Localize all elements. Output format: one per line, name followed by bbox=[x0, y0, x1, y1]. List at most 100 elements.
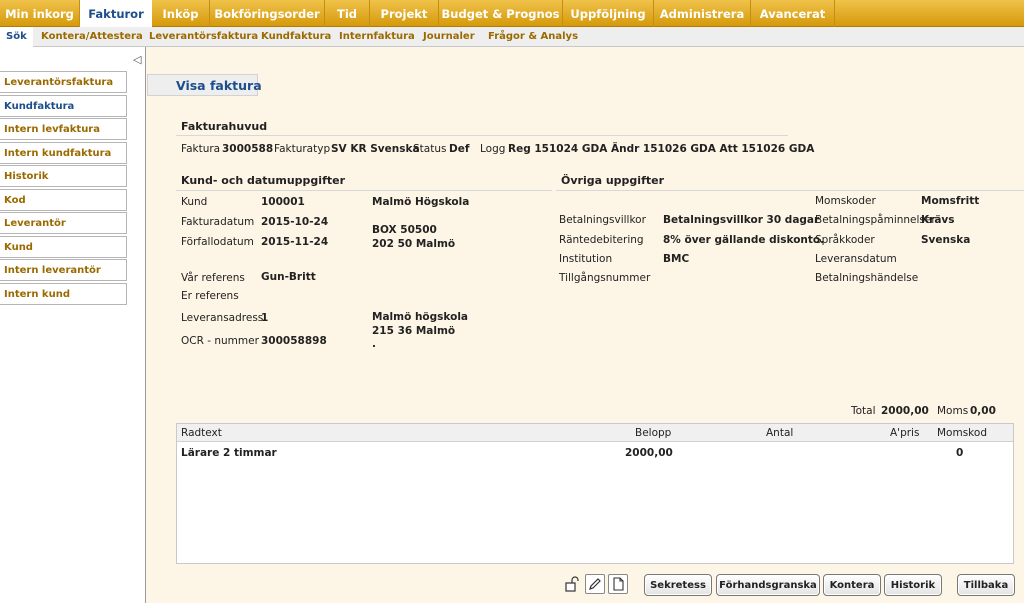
er-referens-label: Er referens bbox=[181, 290, 239, 302]
sidebar-item-intern-levfaktura[interactable]: Intern levfaktura bbox=[0, 118, 127, 140]
total-value: 2000,00 bbox=[881, 405, 929, 417]
tillgangsnummer-label: Tillgångsnummer bbox=[559, 272, 651, 284]
subnav-kundfaktura[interactable]: Kundfaktura bbox=[261, 27, 331, 47]
row-belopp: 2000,00 bbox=[625, 447, 673, 459]
forfallodatum-label: Förfallodatum bbox=[181, 236, 254, 248]
collapse-sidebar-icon[interactable]: ◁ bbox=[133, 53, 141, 66]
sidebar-item-intern-kund[interactable]: Intern kund bbox=[0, 282, 127, 305]
leverans-extra: . bbox=[372, 338, 376, 350]
kund-name: Malmö Högskola bbox=[372, 196, 470, 208]
sidebar-item-kod[interactable]: Kod bbox=[0, 188, 127, 211]
fakturadatum-label: Fakturadatum bbox=[181, 216, 255, 228]
faktura-value: 3000588 bbox=[222, 143, 274, 155]
kund-label: Kund bbox=[181, 196, 208, 208]
sidebar: ◁ Leverantörsfaktura Kundfaktura Intern … bbox=[0, 47, 146, 603]
sidebar-item-leverantor[interactable]: Leverantör bbox=[0, 212, 127, 234]
sub-navigation: Sök Kontera/Attestera Leverantörsfaktura… bbox=[0, 27, 1024, 47]
historik-button[interactable]: Historik bbox=[884, 574, 942, 596]
forhandsgranska-button[interactable]: Förhandsgranska bbox=[716, 574, 820, 596]
status-value: Def bbox=[449, 143, 470, 155]
row-momskod: 0 bbox=[956, 447, 964, 459]
fakturatyp-value: SV KR Svenska bbox=[331, 143, 420, 155]
total-label: Total bbox=[851, 405, 876, 417]
fakturahuvud-heading: Fakturahuvud bbox=[181, 120, 268, 133]
subnav-journaler[interactable]: Journaler bbox=[423, 27, 475, 47]
sidebar-item-kund[interactable]: Kund bbox=[0, 235, 127, 258]
ovriga-heading: Övriga uppgifter bbox=[561, 174, 664, 187]
nav-bokforingsorder[interactable]: Bokföringsorder bbox=[210, 0, 325, 27]
rantedebitering-value: 8% över gällande diskonto. bbox=[663, 234, 825, 246]
betalningsvillkor-value: Betalningsvillkor 30 dagar bbox=[663, 214, 820, 226]
subnav-kontera-attestera[interactable]: Kontera/Attestera bbox=[41, 27, 143, 47]
nav-min-inkorg[interactable]: Min inkorg bbox=[0, 0, 80, 27]
ocr-label: OCR - nummer bbox=[181, 335, 259, 347]
table-row[interactable]: Lärare 2 timmar 2000,00 0 bbox=[177, 442, 1013, 462]
var-referens-value: Gun-Britt bbox=[261, 271, 316, 283]
sidebar-item-leverantorsfaktura[interactable]: Leverantörsfaktura bbox=[0, 71, 127, 93]
tillbaka-button[interactable]: Tillbaka bbox=[957, 574, 1015, 596]
leverans-name: Malmö högskola bbox=[372, 311, 468, 323]
column-header-radtext[interactable]: Radtext bbox=[181, 427, 222, 439]
divider bbox=[556, 190, 1024, 191]
column-header-antal[interactable]: Antal bbox=[766, 427, 793, 439]
leveransadress-value: 1 bbox=[261, 312, 269, 324]
moms-label: Moms bbox=[937, 405, 969, 417]
ocr-value: 300058898 bbox=[261, 335, 327, 347]
table-header: Radtext Belopp Antal A'pris Momskod bbox=[177, 424, 1013, 442]
fakturatyp-label: Fakturatyp bbox=[274, 143, 331, 155]
unlock-icon[interactable] bbox=[565, 576, 579, 592]
betalningspaminnelser-value: Krävs bbox=[921, 214, 955, 226]
institution-value: BMC bbox=[663, 253, 690, 265]
nav-inkop[interactable]: Inköp bbox=[152, 0, 210, 27]
sidebar-item-historik[interactable]: Historik bbox=[0, 165, 127, 187]
column-header-momskod[interactable]: Momskod bbox=[937, 427, 987, 439]
leverans-city: 215 36 Malmö bbox=[372, 325, 456, 337]
subnav-internfaktura[interactable]: Internfaktura bbox=[339, 27, 415, 47]
kund-address-line2: 202 50 Malmö bbox=[372, 238, 456, 250]
sidebar-item-intern-leverantor[interactable]: Intern leverantör bbox=[0, 259, 127, 281]
row-radtext: Lärare 2 timmar bbox=[181, 447, 277, 459]
sprakkoder-value: Svenska bbox=[921, 234, 971, 246]
moms-value: 0,00 bbox=[970, 405, 996, 417]
nav-budget-prognos[interactable]: Budget & Prognos bbox=[439, 0, 563, 27]
faktura-label: Faktura bbox=[181, 143, 221, 155]
sidebar-item-kundfaktura[interactable]: Kundfaktura bbox=[0, 94, 127, 117]
nav-projekt[interactable]: Projekt bbox=[370, 0, 439, 27]
kund-heading: Kund- och datumuppgifter bbox=[181, 174, 346, 187]
logg-value: Reg 151024 GDA Ändr 151026 GDA Att 15102… bbox=[508, 143, 815, 155]
kontera-button[interactable]: Kontera bbox=[823, 574, 881, 596]
sprakkoder-label: Språkkoder bbox=[815, 234, 875, 246]
divider bbox=[176, 190, 552, 191]
sekretess-button[interactable]: Sekretess bbox=[644, 574, 712, 596]
betalningsvillkor-label: Betalningsvillkor bbox=[559, 214, 646, 226]
rantedebitering-label: Räntedebitering bbox=[559, 234, 644, 246]
logg-label: Logg bbox=[480, 143, 506, 155]
fakturadatum-value: 2015-10-24 bbox=[261, 216, 329, 228]
top-navigation: Min inkorg Fakturor Inköp Bokföringsorde… bbox=[0, 0, 1024, 27]
column-header-apris[interactable]: A'pris bbox=[890, 427, 919, 439]
nav-administrera[interactable]: Administrera bbox=[654, 0, 751, 27]
nav-avancerat[interactable]: Avancerat bbox=[751, 0, 835, 27]
leveransdatum-label: Leveransdatum bbox=[815, 253, 897, 265]
subnav-fragor-analys[interactable]: Frågor & Analys bbox=[488, 27, 578, 47]
institution-label: Institution bbox=[559, 253, 613, 265]
subnav-sok[interactable]: Sök bbox=[0, 27, 33, 47]
column-header-belopp[interactable]: Belopp bbox=[635, 427, 671, 439]
main-content: Visa faktura Fakturahuvud Faktura 300058… bbox=[147, 47, 1024, 603]
pencil-icon[interactable] bbox=[585, 574, 605, 594]
nav-uppfoljning[interactable]: Uppföljning bbox=[563, 0, 654, 27]
page-title: Visa faktura bbox=[147, 74, 262, 96]
leveransadress-label: Leveransadress bbox=[181, 312, 264, 324]
betalningshandelse-label: Betalningshändelse bbox=[815, 272, 919, 284]
kund-address-line1: BOX 50500 bbox=[372, 224, 437, 236]
document-icon[interactable] bbox=[608, 574, 628, 594]
momskoder-label: Momskoder bbox=[815, 195, 876, 207]
nav-tid[interactable]: Tid bbox=[325, 0, 370, 27]
invoice-rows-table: Radtext Belopp Antal A'pris Momskod Lära… bbox=[176, 423, 1014, 564]
status-label: Status bbox=[413, 143, 447, 155]
sidebar-item-intern-kundfaktura[interactable]: Intern kundfaktura bbox=[0, 141, 127, 164]
divider bbox=[176, 135, 788, 136]
kund-value: 100001 bbox=[261, 196, 305, 208]
nav-fakturor[interactable]: Fakturor bbox=[80, 0, 152, 27]
subnav-leverantorsfaktura[interactable]: Leverantörsfaktura bbox=[149, 27, 258, 47]
